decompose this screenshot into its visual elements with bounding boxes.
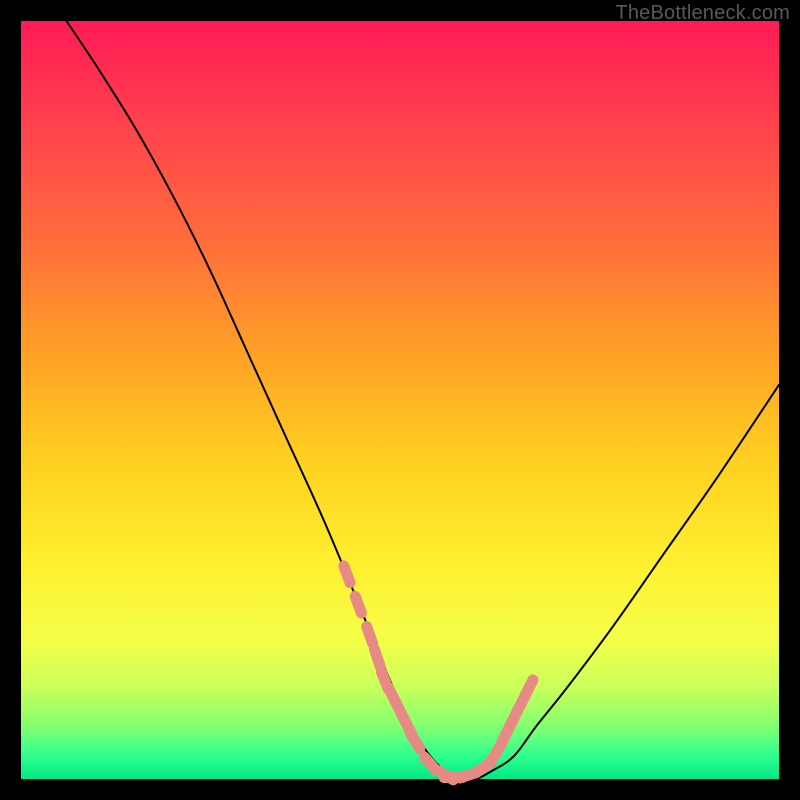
sample-dot	[374, 649, 380, 666]
chart-stage: TheBottleneck.com	[0, 0, 800, 800]
curve-layer	[66, 21, 779, 780]
watermark-text: TheBottleneck.com	[615, 2, 790, 25]
sample-dot	[411, 733, 420, 748]
dots-layer	[344, 566, 533, 780]
sample-dot	[367, 627, 373, 644]
plot-area	[21, 21, 779, 779]
bottleneck-curve	[66, 21, 779, 780]
chart-svg	[21, 21, 779, 779]
sample-dot	[525, 680, 533, 696]
sample-dot	[344, 566, 350, 583]
sample-dot	[355, 596, 361, 613]
